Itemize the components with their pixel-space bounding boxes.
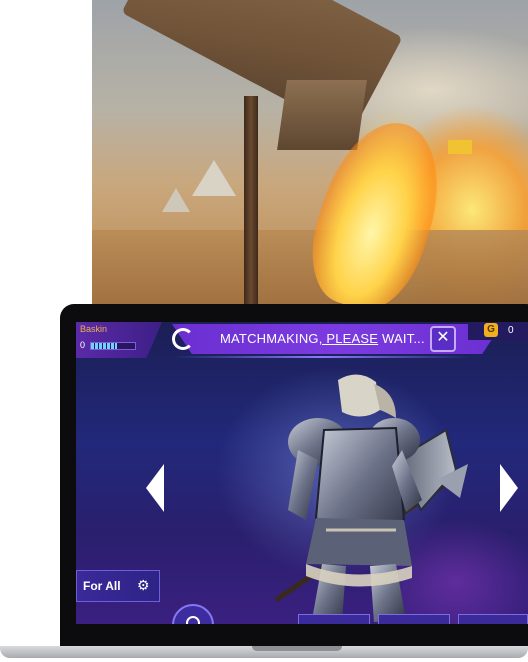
bottom-tab-3[interactable] xyxy=(458,614,528,624)
player-name: Baskin xyxy=(80,324,108,334)
xp-bar xyxy=(90,342,136,350)
skin-selector[interactable]: For All ⚙ xyxy=(76,570,160,602)
matchmaking-status-part2: , PLEASE xyxy=(318,331,379,346)
scene-wooden-pole xyxy=(244,96,258,310)
armored-warrior-character xyxy=(274,374,468,622)
scene-tower-roof xyxy=(192,160,236,196)
chevron-left-icon[interactable] xyxy=(146,464,164,512)
currency-panel xyxy=(468,322,528,340)
coin-count: 0 xyxy=(508,325,514,336)
skin-selector-label: For All xyxy=(83,579,121,593)
loading-ring-icon xyxy=(172,328,194,350)
coin-icon: G xyxy=(484,323,498,337)
emote-icon xyxy=(186,616,200,624)
player-info-panel: Baskin 0 xyxy=(76,322,162,358)
bottom-tab-2[interactable] xyxy=(378,614,450,624)
emote-button[interactable] xyxy=(172,604,214,624)
gear-icon[interactable]: ⚙ xyxy=(137,577,150,594)
chevron-right-icon[interactable] xyxy=(500,464,518,512)
background-game-scene xyxy=(92,0,528,310)
scene-yellow-flag xyxy=(448,140,472,154)
laptop-screen: Baskin 0 MATCHMAKING, PLEASE WAIT... ✕ G… xyxy=(76,322,528,624)
close-icon: ✕ xyxy=(436,329,450,346)
matchmaking-status-part1: MATCHMAKING xyxy=(220,331,319,346)
player-level: 0 xyxy=(80,340,86,350)
scene-tower-roof-small xyxy=(162,188,190,212)
matchmaking-status-part3: WAIT... xyxy=(378,331,425,346)
banner-underline-glow xyxy=(172,356,472,358)
scene-house xyxy=(277,80,367,150)
bottom-tab-1[interactable] xyxy=(298,614,370,624)
scene-ground xyxy=(92,230,528,310)
matchmaking-status: MATCHMAKING, PLEASE WAIT... xyxy=(220,331,425,346)
laptop-hinge-notch xyxy=(252,646,342,651)
xp-bar-fill xyxy=(91,343,118,349)
cancel-matchmaking-button[interactable]: ✕ xyxy=(430,326,456,352)
